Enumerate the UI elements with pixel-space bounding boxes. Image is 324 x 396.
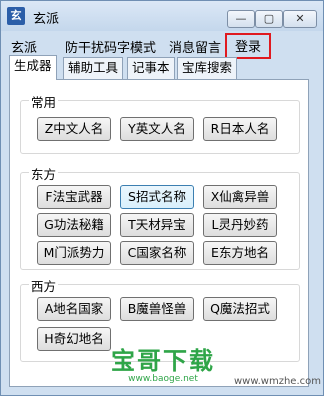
menu-item-messages[interactable]: 消息留言 [169, 37, 221, 56]
title-bar[interactable]: 玄 玄派 — ▢ ✕ [1, 1, 323, 31]
group-common: 常用 Z中文人名 Y英文人名 R日本人名 [20, 92, 300, 154]
generator-panel: 常用 Z中文人名 Y英文人名 R日本人名 东方 F法宝武器 S招式名称 X仙禽异… [9, 79, 309, 387]
group-title-common: 常用 [29, 92, 59, 111]
menu-item-anti-interference-mode[interactable]: 防干扰码字模式 [65, 37, 156, 56]
maximize-button[interactable]: ▢ [255, 10, 283, 28]
monster-button[interactable]: B魔兽怪兽 [120, 297, 194, 321]
menu-bar: 玄派 防干扰码字模式 消息留言 登录 [1, 33, 323, 59]
menu-item-xuanpai[interactable]: 玄派 [11, 37, 37, 56]
elixir-button[interactable]: L灵丹妙药 [203, 213, 277, 237]
treasure-button[interactable]: T天材异宝 [120, 213, 194, 237]
group-title-western: 西方 [29, 276, 59, 295]
tab-strip: 生成器 辅助工具 记事本 宝库搜索 [9, 55, 319, 80]
tab-notepad[interactable]: 记事本 [127, 57, 175, 79]
eastern-place-button[interactable]: E东方地名 [203, 241, 277, 265]
watermark-site: www.wmzhe.com [234, 376, 321, 387]
minimize-button[interactable]: — [227, 10, 255, 28]
fantasy-place-button[interactable]: H奇幻地名 [37, 327, 111, 351]
group-eastern: 东方 F法宝武器 S招式名称 X仙禽异兽 G功法秘籍 T天材异宝 L灵丹妙药 M… [20, 164, 300, 270]
app-window: 玄 玄派 — ▢ ✕ 玄派 防干扰码字模式 消息留言 登录 生成器 辅助工具 记… [0, 0, 324, 396]
tab-tools[interactable]: 辅助工具 [63, 57, 124, 79]
group-western: 西方 A地名国家 B魔兽怪兽 Q魔法招式 H奇幻地名 [20, 276, 300, 362]
tab-generator[interactable]: 生成器 [9, 55, 57, 80]
country-name-button[interactable]: C国家名称 [120, 241, 194, 265]
english-name-button[interactable]: Y英文人名 [120, 117, 194, 141]
magic-move-button[interactable]: Q魔法招式 [203, 297, 277, 321]
japanese-name-button[interactable]: R日本人名 [203, 117, 277, 141]
weapon-button[interactable]: F法宝武器 [37, 185, 111, 209]
move-name-button[interactable]: S招式名称 [120, 185, 194, 209]
close-button[interactable]: ✕ [283, 10, 317, 28]
tab-treasury-search[interactable]: 宝库搜索 [177, 57, 238, 79]
beast-button[interactable]: X仙禽异兽 [203, 185, 277, 209]
place-country-button[interactable]: A地名国家 [37, 297, 111, 321]
app-logo-icon: 玄 [7, 7, 25, 25]
group-title-eastern: 东方 [29, 164, 59, 183]
martial-art-button[interactable]: G功法秘籍 [37, 213, 111, 237]
chinese-name-button[interactable]: Z中文人名 [37, 117, 111, 141]
window-title: 玄派 [33, 12, 60, 27]
sect-button[interactable]: M门派势力 [37, 241, 111, 265]
